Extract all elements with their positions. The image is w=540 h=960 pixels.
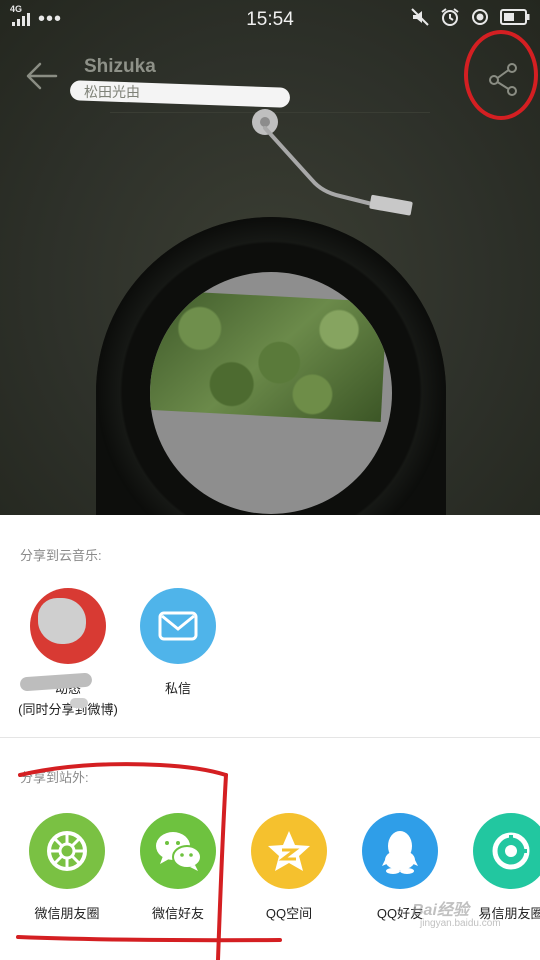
share-wechat-friend[interactable]: 微信好友 bbox=[123, 813, 233, 922]
battery-icon bbox=[500, 9, 530, 25]
location-icon bbox=[472, 9, 488, 25]
album-art-image bbox=[150, 290, 387, 422]
section-divider bbox=[0, 737, 540, 738]
qzone-icon bbox=[251, 813, 327, 889]
section-title-cloud: 分享到云音乐: bbox=[20, 548, 102, 563]
status-bar: 4G ••• 15:54 bbox=[0, 0, 540, 38]
song-title: Shizuka bbox=[84, 56, 156, 77]
share-qzone-label: QQ空间 bbox=[265, 906, 313, 921]
player-background: 4G ••• 15:54 Shizuka 松田光由 bbox=[0, 0, 540, 515]
mute-icon bbox=[411, 8, 429, 26]
share-wechat-moments-label: 微信朋友圈 bbox=[34, 906, 100, 921]
mail-icon bbox=[140, 588, 216, 664]
redaction-scribble bbox=[38, 598, 86, 644]
share-private-message[interactable]: 私信 bbox=[123, 588, 233, 697]
qq-icon bbox=[362, 813, 438, 889]
redaction-scribble bbox=[70, 698, 88, 708]
vinyl-disc bbox=[96, 217, 446, 515]
yixin-moments-icon bbox=[473, 813, 540, 889]
wechat-moments-icon bbox=[29, 813, 105, 889]
watermark-url: jingyan.baidu.com bbox=[420, 918, 501, 929]
artist-name: 松田光由 bbox=[84, 84, 140, 100]
share-wechat-friend-label: 微信好友 bbox=[151, 906, 204, 921]
watermark-logo: Bai经验 bbox=[412, 902, 469, 919]
share-dynamic-sublabel: (同时分享到微博) bbox=[18, 702, 118, 717]
wechat-icon bbox=[140, 813, 216, 889]
alarm-icon bbox=[441, 8, 459, 26]
share-icon[interactable] bbox=[480, 56, 526, 102]
share-sheet: 分享到云音乐: 动态 (同时分享到微博) 私信 分享到站外: 微信朋友圈 微信好… bbox=[0, 515, 540, 960]
back-button[interactable] bbox=[22, 56, 62, 96]
album-cover bbox=[150, 272, 392, 514]
share-private-message-label: 私信 bbox=[164, 681, 191, 696]
section-title-external: 分享到站外: bbox=[20, 770, 89, 785]
share-qzone[interactable]: QQ空间 bbox=[234, 813, 344, 922]
title-bar: Shizuka 松田光由 bbox=[0, 40, 540, 115]
share-wechat-moments[interactable]: 微信朋友圈 bbox=[12, 813, 122, 922]
